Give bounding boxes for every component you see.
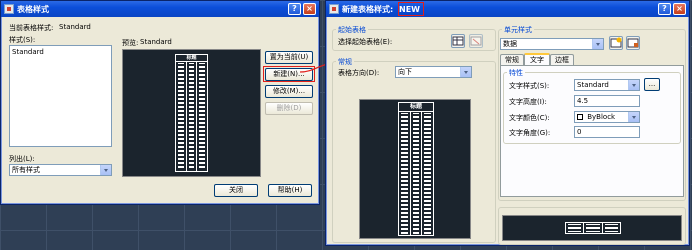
- remove-table-icon[interactable]: [469, 34, 483, 48]
- cell-style-combo[interactable]: 数据: [500, 38, 604, 50]
- title-name-highlight: [398, 2, 424, 16]
- new-button-highlight: [263, 66, 315, 82]
- preview-mini-table: 标题: [398, 102, 434, 236]
- preview-value: Standard: [140, 38, 172, 46]
- general-table-preview: 标题: [359, 99, 471, 239]
- cell-style-value: 数据: [503, 40, 517, 48]
- table-style-titlebar: 表格样式 ? ×: [1, 1, 319, 17]
- current-style-value: Standard: [59, 23, 91, 31]
- list-label: 列出(L):: [9, 155, 35, 163]
- create-cell-style-icon[interactable]: [609, 36, 623, 50]
- new-table-style-dialog: 新建表格样式: NEW ? × 起始表格 选择起始表格(E): 常规 表格方向(…: [325, 0, 690, 246]
- chevron-down-icon[interactable]: [628, 112, 639, 122]
- preview-col-1: [176, 62, 187, 171]
- help-title-button[interactable]: ?: [288, 3, 301, 15]
- preview-table-body: [176, 62, 207, 171]
- new-table-style-titlebar: 新建表格样式: NEW ? ×: [326, 1, 689, 17]
- cell-preview-row: [566, 223, 620, 233]
- cell-style-group-title: 单元样式: [502, 25, 534, 35]
- table-style-title: 表格样式: [17, 5, 49, 14]
- direction-value: 向下: [398, 68, 412, 76]
- styles-list[interactable]: Standard: [9, 45, 112, 147]
- modify-button[interactable]: 修改(M)...: [265, 85, 313, 98]
- preview-table-title: 标题: [399, 103, 433, 112]
- preview-col-3: [197, 62, 207, 171]
- select-table-icon[interactable]: [451, 34, 465, 48]
- preview-col-2: [187, 62, 198, 171]
- tab-border[interactable]: 边框: [550, 54, 574, 65]
- table-style-dialog: 表格样式 ? × 当前表格样式: Standard 样式(S): Standar…: [0, 0, 320, 205]
- preview-table-body: [399, 112, 433, 235]
- app-icon: [4, 4, 14, 14]
- help-title-button[interactable]: ?: [658, 3, 671, 15]
- direction-combo[interactable]: 向下: [395, 66, 472, 78]
- text-style-value: Standard: [577, 81, 609, 89]
- list-filter-combo[interactable]: 所有样式: [9, 164, 112, 176]
- preview-table-title: 标题: [176, 55, 207, 62]
- styles-label: 样式(S):: [9, 36, 36, 44]
- text-style-browse-button[interactable]: ...: [644, 78, 660, 91]
- manage-cell-style-icon[interactable]: [626, 36, 640, 50]
- cell-preview-col-3: [603, 223, 620, 233]
- color-swatch-icon: [577, 114, 583, 120]
- preview-label: 预览:: [122, 39, 139, 47]
- title-prefix: 新建表格样式:: [342, 5, 394, 14]
- close-title-button[interactable]: ×: [303, 3, 316, 15]
- list-filter-value: 所有样式: [12, 166, 40, 174]
- styles-list-item[interactable]: Standard: [12, 47, 111, 57]
- chevron-down-icon[interactable]: [100, 165, 111, 175]
- cell-style-preview: [502, 215, 682, 241]
- help-button[interactable]: 帮助(H): [268, 184, 312, 197]
- text-height-input[interactable]: 4.5: [574, 95, 640, 107]
- preview-mini-table: 标题: [175, 54, 208, 172]
- start-table-group-title: 起始表格: [336, 25, 368, 35]
- preview-col-1: [399, 112, 411, 235]
- preview-col-3: [422, 112, 433, 235]
- text-height-label: 文字高度(I):: [509, 98, 547, 106]
- general-group-title: 常规: [336, 57, 354, 67]
- close-title-button[interactable]: ×: [673, 3, 686, 15]
- text-style-combo[interactable]: Standard: [574, 79, 640, 91]
- text-color-value: ByBlock: [587, 113, 616, 121]
- properties-group-title: 特性: [507, 68, 525, 78]
- chevron-down-icon[interactable]: [592, 39, 603, 49]
- text-angle-label: 文字角度(G):: [509, 129, 551, 137]
- cell-preview-cells: [565, 222, 621, 234]
- current-style-label: 当前表格样式:: [9, 24, 54, 32]
- close-button[interactable]: 关闭: [214, 184, 258, 197]
- cell-preview-col-2: [584, 223, 603, 233]
- text-style-label: 文字样式(S):: [509, 82, 550, 90]
- tab-general[interactable]: 常规: [500, 54, 524, 65]
- delete-button[interactable]: 删除(D): [265, 102, 313, 115]
- table-preview: 标题: [122, 49, 261, 177]
- cell-preview-col-1: [566, 223, 585, 233]
- text-angle-input[interactable]: 0: [574, 126, 640, 138]
- text-color-label: 文字颜色(C):: [509, 114, 550, 122]
- direction-label: 表格方向(D):: [338, 69, 380, 77]
- text-color-combo[interactable]: ByBlock: [574, 111, 640, 123]
- chevron-down-icon[interactable]: [460, 67, 471, 77]
- chevron-down-icon[interactable]: [628, 80, 639, 90]
- tab-text[interactable]: 文字: [524, 53, 550, 65]
- app-icon: [329, 4, 339, 14]
- preview-col-2: [411, 112, 423, 235]
- select-start-table-label: 选择起始表格(E):: [338, 38, 393, 46]
